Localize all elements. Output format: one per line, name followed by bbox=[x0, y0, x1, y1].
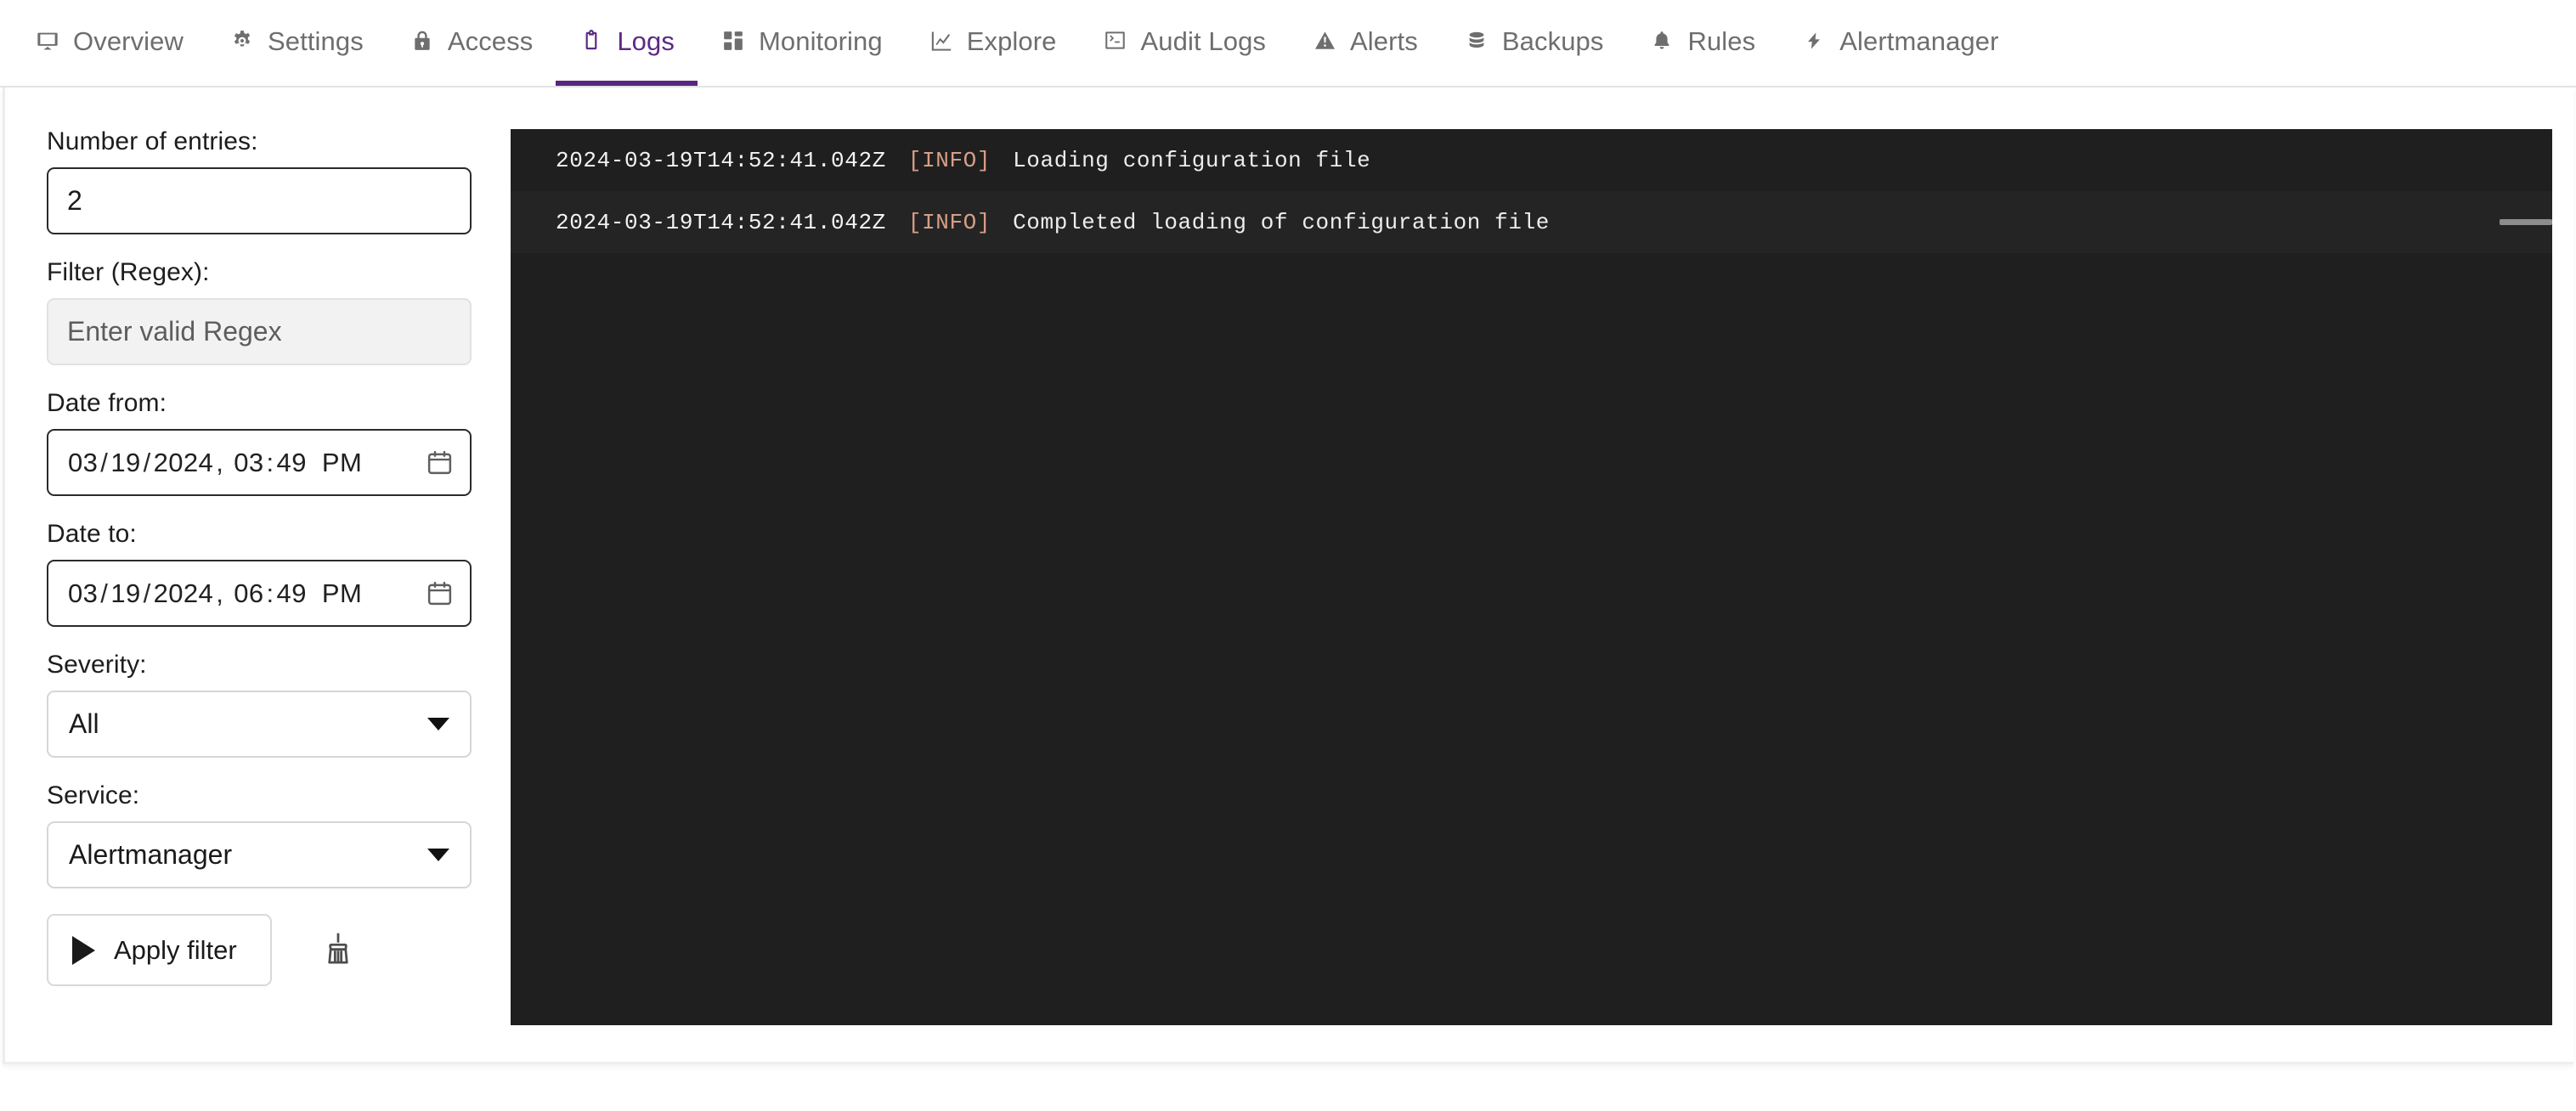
date-from-hour[interactable]: 03 bbox=[234, 448, 263, 477]
log-entry: 2024-03-19T14:52:41.042Z [INFO] Loading … bbox=[511, 129, 2552, 191]
date-from-label: Date from: bbox=[47, 389, 167, 417]
tab-logs[interactable]: Logs bbox=[556, 0, 698, 86]
chevron-down-icon bbox=[427, 718, 449, 730]
line-chart-icon bbox=[929, 28, 954, 54]
date-from-minute[interactable]: 49 bbox=[277, 448, 307, 477]
dashboard-icon bbox=[720, 28, 746, 54]
date-to-month[interactable]: 03 bbox=[68, 578, 98, 608]
date-from-year[interactable]: 2024 bbox=[154, 448, 214, 477]
tab-label: Settings bbox=[268, 26, 364, 56]
log-timestamp: 2024-03-19T14:52:41.042Z bbox=[556, 147, 886, 173]
date-to-year[interactable]: 2024 bbox=[154, 578, 214, 608]
date-to-label: Date to: bbox=[47, 520, 137, 548]
log-timestamp: 2024-03-19T14:52:41.042Z bbox=[556, 209, 886, 235]
tab-alertmanager[interactable]: Alertmanager bbox=[1778, 0, 2021, 86]
tab-settings[interactable]: Settings bbox=[206, 0, 387, 86]
entries-label: Number of entries: bbox=[47, 127, 258, 155]
tab-backups[interactable]: Backups bbox=[1441, 0, 1627, 86]
monitor-icon bbox=[35, 28, 60, 54]
apply-filter-label: Apply filter bbox=[114, 934, 237, 965]
tab-label: Logs bbox=[617, 26, 675, 56]
log-message: Loading configuration file bbox=[1013, 147, 1371, 173]
date-from-input[interactable]: 03/19/2024, 03:49 PM bbox=[47, 429, 472, 496]
severity-select[interactable]: All bbox=[47, 691, 472, 758]
regex-input[interactable] bbox=[47, 298, 472, 365]
log-console[interactable]: 2024-03-19T14:52:41.042Z [INFO] Loading … bbox=[511, 129, 2552, 1025]
regex-label: Filter (Regex): bbox=[47, 258, 210, 286]
log-entry: 2024-03-19T14:52:41.042Z [INFO] Complete… bbox=[511, 191, 2552, 253]
clipboard-icon bbox=[579, 28, 604, 54]
tab-access[interactable]: Access bbox=[387, 0, 556, 86]
severity-value: All bbox=[69, 708, 99, 739]
tab-explore[interactable]: Explore bbox=[906, 0, 1080, 86]
logs-panel-card: Number of entries: Filter (Regex): Date … bbox=[3, 87, 2573, 1064]
main-tab-bar: Overview Settings Access Logs Monitoring… bbox=[0, 0, 2576, 87]
tab-label: Audit Logs bbox=[1140, 26, 1267, 56]
date-from-meridiem[interactable]: PM bbox=[322, 448, 362, 477]
date-to-minute[interactable]: 49 bbox=[277, 578, 307, 608]
tab-label: Monitoring bbox=[758, 26, 883, 56]
date-from-day[interactable]: 19 bbox=[110, 448, 140, 477]
gear-icon bbox=[229, 28, 255, 54]
terminal-icon bbox=[1103, 28, 1128, 54]
bell-icon bbox=[1649, 28, 1675, 54]
service-select[interactable]: Alertmanager bbox=[47, 821, 472, 888]
tab-monitoring[interactable]: Monitoring bbox=[698, 0, 906, 86]
database-icon bbox=[1464, 28, 1489, 54]
tab-audit-logs[interactable]: Audit Logs bbox=[1080, 0, 1290, 86]
log-severity: [INFO] bbox=[907, 147, 991, 173]
filter-actions: Apply filter bbox=[47, 914, 511, 986]
service-value: Alertmanager bbox=[69, 839, 233, 870]
tab-label: Rules bbox=[1687, 26, 1756, 56]
play-icon bbox=[72, 935, 95, 965]
calendar-icon[interactable] bbox=[426, 448, 454, 477]
tab-label: Backups bbox=[1501, 26, 1604, 56]
service-label: Service: bbox=[47, 781, 140, 809]
tab-label: Overview bbox=[73, 26, 184, 56]
broom-icon bbox=[319, 930, 357, 970]
console-scrollbar-thumb[interactable] bbox=[2500, 219, 2552, 225]
tab-rules[interactable]: Rules bbox=[1626, 0, 1778, 86]
tab-alerts[interactable]: Alerts bbox=[1289, 0, 1441, 86]
date-to-hour[interactable]: 06 bbox=[234, 578, 263, 608]
date-to-input[interactable]: 03/19/2024, 06:49 PM bbox=[47, 560, 472, 627]
date-to-meridiem[interactable]: PM bbox=[322, 578, 362, 608]
lock-icon bbox=[410, 28, 435, 54]
severity-label: Severity: bbox=[47, 651, 147, 679]
tab-label: Alertmanager bbox=[1839, 26, 1999, 56]
warning-icon bbox=[1312, 28, 1337, 54]
entries-input[interactable] bbox=[47, 167, 472, 234]
date-to-day[interactable]: 19 bbox=[110, 578, 140, 608]
tab-label: Access bbox=[447, 26, 534, 56]
apply-filter-button[interactable]: Apply filter bbox=[47, 914, 272, 986]
chevron-down-icon bbox=[427, 849, 449, 861]
log-severity: [INFO] bbox=[907, 209, 991, 235]
calendar-icon[interactable] bbox=[426, 579, 454, 607]
log-message: Completed loading of configuration file bbox=[1013, 209, 1550, 235]
tab-label: Explore bbox=[966, 26, 1057, 56]
tab-label: Alerts bbox=[1350, 26, 1418, 56]
date-from-month[interactable]: 03 bbox=[68, 448, 98, 477]
log-filter-form: Number of entries: Filter (Regex): Date … bbox=[5, 87, 511, 986]
tab-overview[interactable]: Overview bbox=[12, 0, 206, 86]
clear-logs-button[interactable] bbox=[319, 931, 358, 970]
lightning-icon bbox=[1801, 28, 1827, 54]
